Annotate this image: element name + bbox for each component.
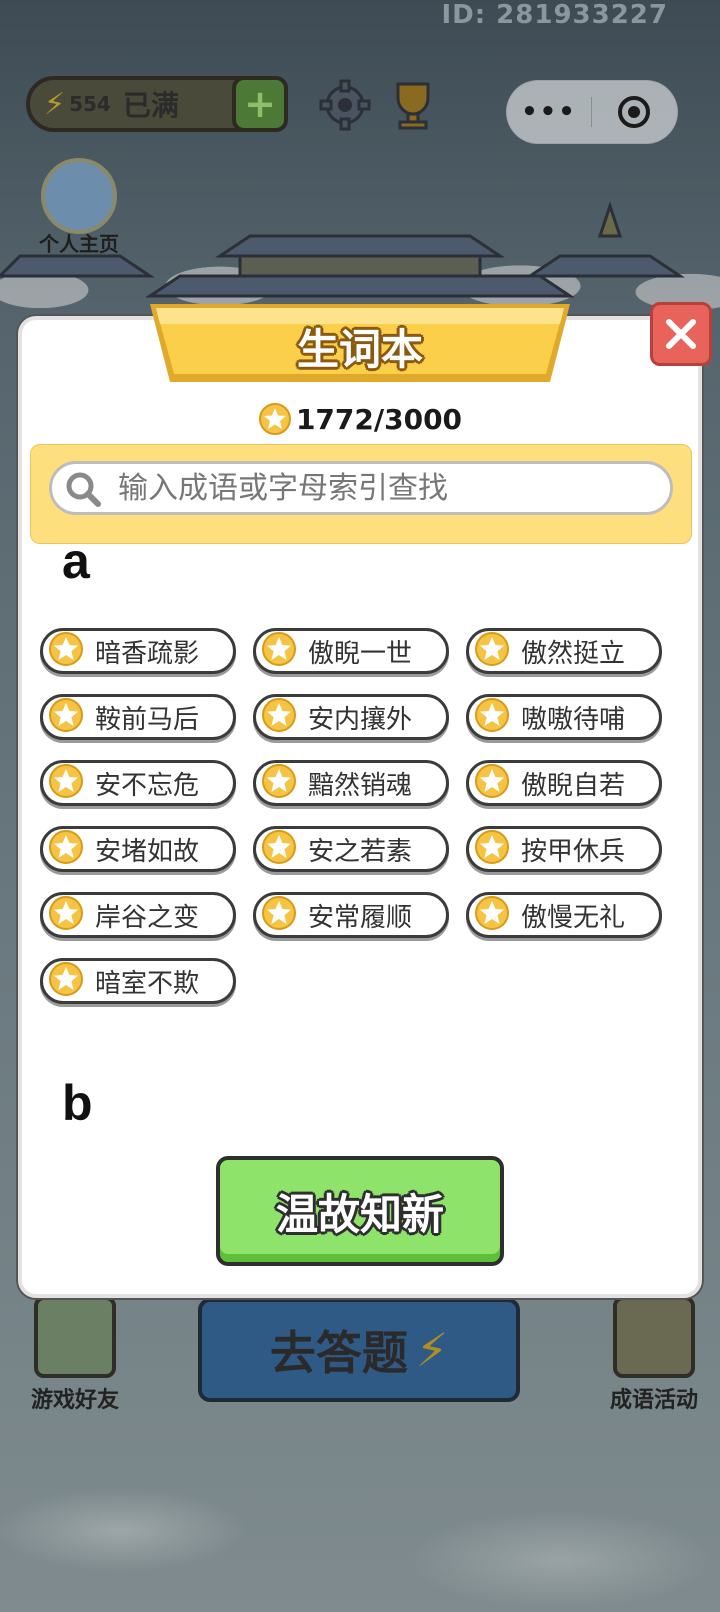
star-icon [473,696,511,738]
idiom-text: 傲睨自若 [521,770,626,801]
idiom-text: 鞍前马后 [95,704,200,735]
idiom-chip[interactable]: 安堵如故 [40,826,236,872]
idiom-chip[interactable]: 暗香疏影 [40,628,236,674]
star-icon [473,630,511,672]
energy-count: 554 [69,92,111,116]
idiom-text: 安不忘危 [95,770,200,801]
settings-gear-icon[interactable] [318,78,372,132]
idiom-chip[interactable]: 傲然挺立 [466,628,662,674]
idiom-chip[interactable]: 暗室不欺 [40,958,236,1004]
user-id-label: ID: 281933227 [441,0,668,30]
idiom-text: 黯然销魂 [308,770,413,801]
idiom-chip[interactable]: 安常履顺 [253,892,449,938]
go-answer-button[interactable]: 去答题 ⚡ [198,1298,520,1402]
idiom-chip[interactable]: 岸谷之变 [40,892,236,938]
activity-icon [613,1296,695,1378]
activity-label: 成语活动 [609,1388,698,1413]
star-icon [258,403,291,435]
star-icon [47,762,85,804]
idiom-text: 暗室不欺 [95,968,200,999]
profile-label: 个人主页 [39,232,119,256]
star-icon [47,630,85,672]
idiom-activity-button[interactable]: 成语活动 [594,1296,714,1414]
idiom-text: 安常履顺 [308,902,413,933]
idiom-chip[interactable]: 黯然销魂 [253,760,449,806]
section-letter: a [62,533,90,589]
friends-icon [34,1296,116,1378]
star-icon [473,762,511,804]
star-icon [473,894,511,936]
go-answer-label: 去答题 [269,1326,408,1380]
idiom-text: 岸谷之变 [95,902,200,933]
section-letter: b [62,1075,93,1131]
lightning-icon: ⚡ [415,1323,449,1377]
search-panel [30,444,692,544]
progress-text: 1772/3000 [295,402,463,436]
collection-progress: 1772/3000 [0,402,720,436]
idiom-text: 暗香疏影 [95,638,200,669]
energy-status: 已满 [122,89,179,122]
modal-title-banner: 生词本 [150,304,570,392]
avatar [41,158,117,234]
star-icon [473,828,511,870]
more-menu-icon[interactable]: ••• [507,97,591,127]
idiom-text: 按甲休兵 [521,836,626,867]
idiom-chip[interactable]: 按甲休兵 [466,826,662,872]
idiom-chip[interactable]: 安不忘危 [40,760,236,806]
idiom-chip[interactable]: 傲睨自若 [466,760,662,806]
profile-entry[interactable]: 个人主页 [24,158,134,257]
star-icon [260,828,298,870]
star-icon [260,762,298,804]
review-button[interactable]: 温故知新 [216,1156,504,1266]
idiom-chip[interactable]: 安之若素 [253,826,449,872]
idiom-chip[interactable]: 安内攘外 [253,694,449,740]
mini-program-capsule: ••• [506,80,678,144]
star-icon [47,696,85,738]
star-icon [47,960,85,1002]
idiom-text: 傲然挺立 [521,638,626,669]
star-icon [47,894,85,936]
idiom-text: 傲睨一世 [308,638,413,669]
add-energy-button[interactable]: + [232,76,288,132]
idiom-text: 傲慢无礼 [521,902,626,933]
idiom-chip[interactable]: 傲慢无礼 [466,892,662,938]
trophy-icon[interactable] [386,78,440,132]
search-icon [66,472,101,507]
star-icon [260,630,298,672]
modal-title: 生词本 [296,325,423,374]
star-icon [260,696,298,738]
star-icon [260,894,298,936]
idiom-chip[interactable]: 鞍前马后 [40,694,236,740]
close-icon [666,319,696,349]
friends-label: 游戏好友 [30,1388,119,1413]
idiom-text: 安堵如故 [95,836,200,867]
lightning-icon: ⚡ [44,86,66,122]
close-modal-button[interactable] [650,302,712,366]
close-program-icon[interactable] [592,94,676,130]
star-icon [47,828,85,870]
idiom-chip[interactable]: 嗷嗷待哺 [466,694,662,740]
search-input[interactable] [116,469,640,507]
idiom-text: 嗷嗷待哺 [521,704,626,735]
review-button-label: 温故知新 [275,1189,444,1239]
idiom-text: 安内攘外 [308,704,413,735]
idiom-chip[interactable]: 傲睨一世 [253,628,449,674]
game-friends-button[interactable]: 游戏好友 [20,1296,130,1414]
idiom-text: 安之若素 [308,836,413,867]
search-box[interactable] [49,461,673,515]
energy-bar[interactable]: ⚡ 554 已满 + [26,76,288,132]
